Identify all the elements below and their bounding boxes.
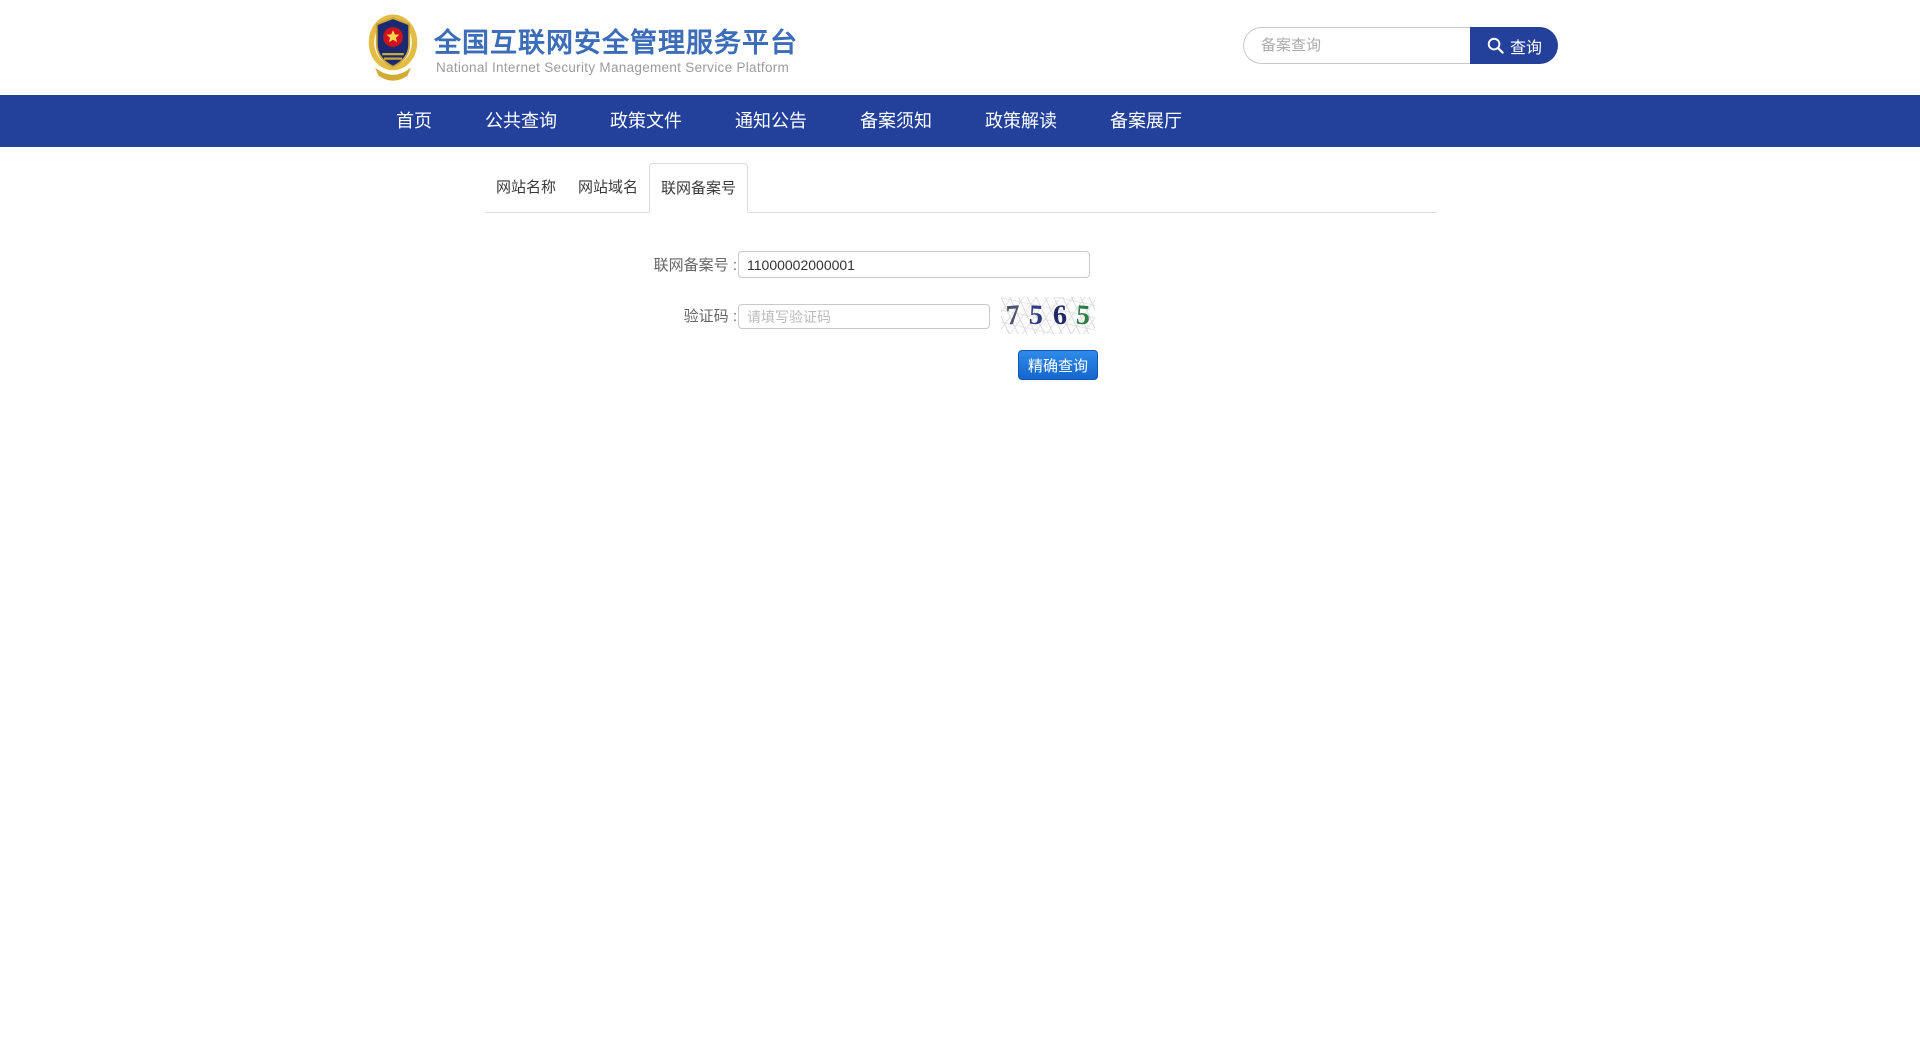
- record-number-label: 联网备案号 :: [487, 252, 737, 279]
- captcha-digit: 7: [1005, 301, 1021, 330]
- page: 全国互联网安全管理服务平台 National Internet Security…: [0, 0, 1920, 1040]
- captcha-digit: 5: [1075, 301, 1091, 330]
- site-title: 全国互联网安全管理服务平台: [434, 21, 798, 60]
- search-input[interactable]: [1243, 27, 1470, 64]
- nav-item-record-instructions[interactable]: 备案须知: [860, 95, 932, 147]
- precise-query-button[interactable]: 精确查询: [1018, 350, 1098, 380]
- captcha-input[interactable]: [738, 304, 990, 329]
- nav-item-notices[interactable]: 通知公告: [735, 95, 807, 147]
- nav-item-policy-documents[interactable]: 政策文件: [610, 95, 682, 147]
- search-button[interactable]: 查询: [1470, 27, 1558, 64]
- tab-website-domain[interactable]: 网站域名: [567, 163, 649, 212]
- nav-item-home[interactable]: 首页: [396, 95, 432, 147]
- query-tabs: 网站名称 网站域名 联网备案号: [485, 163, 1437, 213]
- site-subtitle: National Internet Security Management Se…: [436, 60, 789, 75]
- header-search: 查询: [1243, 27, 1558, 64]
- captcha-digit: 5: [1029, 301, 1044, 330]
- nav-items: 首页 公共查询 政策文件 通知公告 备案须知 政策解读 备案展厅: [396, 95, 1182, 147]
- captcha-image[interactable]: 7 5 6 5: [1001, 297, 1095, 334]
- site-header: 全国互联网安全管理服务平台 National Internet Security…: [0, 0, 1920, 95]
- police-emblem-icon: [366, 9, 420, 83]
- captcha-label: 验证码 :: [487, 304, 737, 329]
- search-button-label: 查询: [1510, 34, 1542, 58]
- nav-item-policy-interpretation[interactable]: 政策解读: [985, 95, 1057, 147]
- record-number-input[interactable]: [738, 251, 1090, 278]
- nav-item-public-query[interactable]: 公共查询: [485, 95, 557, 147]
- tab-record-number[interactable]: 联网备案号: [649, 163, 748, 213]
- police-emblem-logo: [366, 9, 420, 83]
- main-nav: 首页 公共查询 政策文件 通知公告 备案须知 政策解读 备案展厅: [0, 95, 1920, 147]
- captcha-digit: 6: [1052, 301, 1067, 329]
- nav-item-record-hall[interactable]: 备案展厅: [1110, 95, 1182, 147]
- search-icon: [1486, 36, 1505, 55]
- tab-website-name[interactable]: 网站名称: [485, 163, 567, 212]
